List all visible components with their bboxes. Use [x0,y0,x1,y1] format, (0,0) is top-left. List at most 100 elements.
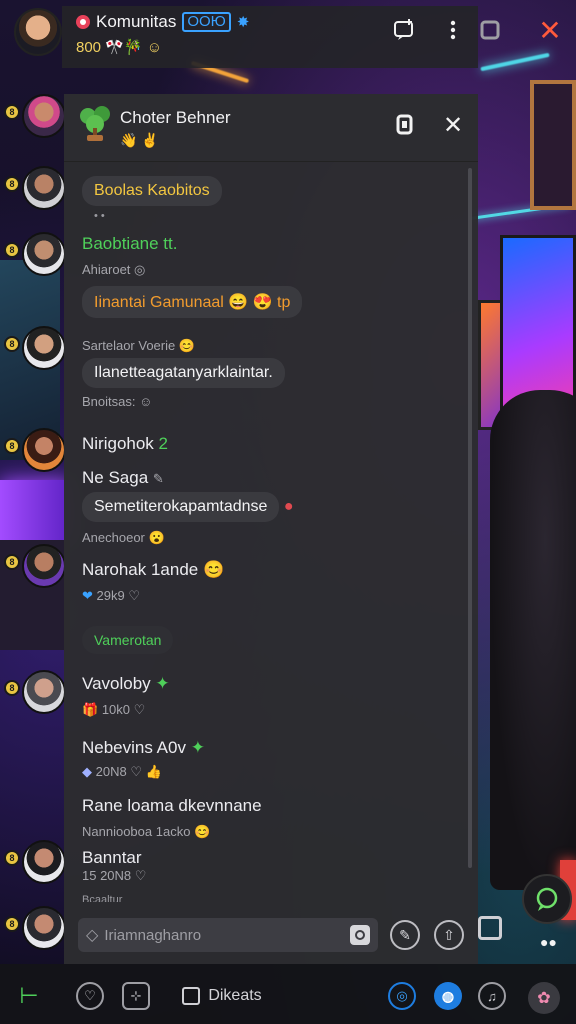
chat-icon [536,887,558,911]
copy-button[interactable] [390,110,420,140]
like-count: 10k0 [101,702,131,717]
camera-icon[interactable] [350,925,370,945]
member-avatar[interactable]: 8 [4,166,66,216]
member-avatar[interactable]: 8 [4,326,66,376]
avatar [22,670,66,714]
emoji-icon: 😮 [148,530,165,545]
scrollbar[interactable] [468,168,472,868]
avatar [22,906,66,950]
home-icon: ⊢ [19,983,39,1008]
avatar [22,840,66,884]
message-input[interactable] [104,926,344,944]
home-button[interactable]: ⊢ [14,982,44,1010]
verified-icon: ✸ [236,14,250,31]
tab-icon: ◍ [441,987,455,1004]
member-avatar[interactable]: 8 [4,670,66,720]
emoji-icon: ☺ [139,394,153,409]
user-avatar[interactable] [14,8,62,56]
member-avatar[interactable]: 8 [4,906,66,956]
message-list: Boolas Kaobitos • • Baobtiane tt. Ahiaro… [64,162,464,902]
window-button[interactable] [474,14,506,46]
bottom-bar: ⊢ ♡ ⊹ Dikeats ◎ ◍ ♫ ✿ [0,964,576,1024]
avatar [22,326,66,370]
more-vertical-icon [450,20,456,40]
like-count: 20N8 [95,764,127,779]
chat-plus-button[interactable] [388,14,420,46]
like-icon: ♡ [134,868,147,883]
emoji-icon: 😊 [203,560,225,579]
message-meta: Bcaaltur [82,894,123,902]
subtitle-text: 800 🎌🎋 [76,39,143,56]
music-icon: ♫ [487,988,497,1004]
close-button[interactable]: ✕ [534,14,566,46]
message-bubble: Iinantai Gamunaal 😄 😍 tp [82,286,303,318]
level-badge: 8 [4,336,20,352]
profile-button[interactable]: ◎ [388,982,416,1010]
heart-icon: ♡ [84,988,96,1003]
room-tag: ООЮ [182,12,231,32]
level-badge: 8 [4,242,20,258]
message-bubble: Semetiterokapamtadnse [82,492,280,522]
bottom-label: Dikeats [208,987,262,1004]
location-icon: ◇ [86,927,99,944]
member-avatar[interactable]: 8 [4,428,66,478]
message-meta: Ahiaroet [82,262,131,277]
label-button[interactable]: Dikeats [172,982,272,1010]
username: Nirigohok [82,434,154,453]
lips-icon: ● [283,498,294,515]
member-avatar[interactable]: 8 [4,232,66,282]
pip-icon[interactable] [478,916,502,940]
panel-header: Choter Behner 👋 ✌ ✕ [64,94,478,162]
panel-title: Choter Behner [120,108,231,127]
like-icon: ♡ [130,764,142,779]
avatar [22,94,66,138]
message-meta: Nanniooboa 1acko [82,824,191,839]
member-avatar[interactable]: 8 [4,840,66,890]
badge-icon: 2 [158,434,169,453]
settings-button[interactable]: ✿ [528,982,560,1014]
profile-icon: ◎ [396,988,408,1003]
floating-chat-button[interactable] [522,874,572,924]
member-avatar[interactable]: 8 [4,94,66,144]
message-meta: Bnoitsas: [82,394,136,409]
more-dots-icon[interactable]: ●● [540,934,557,950]
more-button[interactable] [437,14,469,46]
square-icon [182,987,201,1005]
emoji-icon: 😊 [178,338,196,353]
diamond-icon: ◆ [82,764,92,779]
sticker-button[interactable]: ✎ [390,920,420,950]
gaming-chair [490,390,576,890]
copy-icon [396,114,413,135]
share-button[interactable]: ⇧ [434,920,464,950]
share-icon: ⇧ [443,926,455,943]
username: Baobtiane tt. [82,234,178,253]
message-composer[interactable]: ◇ [78,918,378,952]
avatar [22,166,66,210]
level-badge: 8 [4,850,20,866]
wall-picture-frame [530,80,576,210]
edit-icon: ✎ [152,471,164,486]
system-message: Vamerotan [82,626,174,654]
username: Rane loama dkevnnane [82,796,262,815]
panel-close-button[interactable]: ✕ [438,110,468,140]
grid-button[interactable]: ⊹ [122,982,150,1010]
window-icon [480,20,500,40]
active-tab-button[interactable]: ◍ [434,982,462,1010]
music-button[interactable]: ♫ [478,982,506,1010]
username: Narohak 1ande [82,560,199,579]
avatar [22,428,66,472]
message-meta: Sartelaor Voerie [82,338,176,353]
member-avatar[interactable]: 8 [4,544,66,594]
avatar [22,232,66,276]
message-meta: Anechoeor [82,530,145,545]
like-icon: ♡ [128,588,141,603]
gift-icon: 🎁 [82,702,99,717]
keyboard-glow [0,480,70,540]
close-icon: ✕ [538,14,562,46]
heart-button[interactable]: ♡ [76,982,104,1010]
like-icon: ◎ [134,262,146,277]
close-icon: ✕ [442,111,464,139]
thumb-icon: 👍 [145,764,162,779]
live-icon [76,15,90,29]
message-bubble: Ilanetteagatanyarklaintar. [82,358,285,388]
